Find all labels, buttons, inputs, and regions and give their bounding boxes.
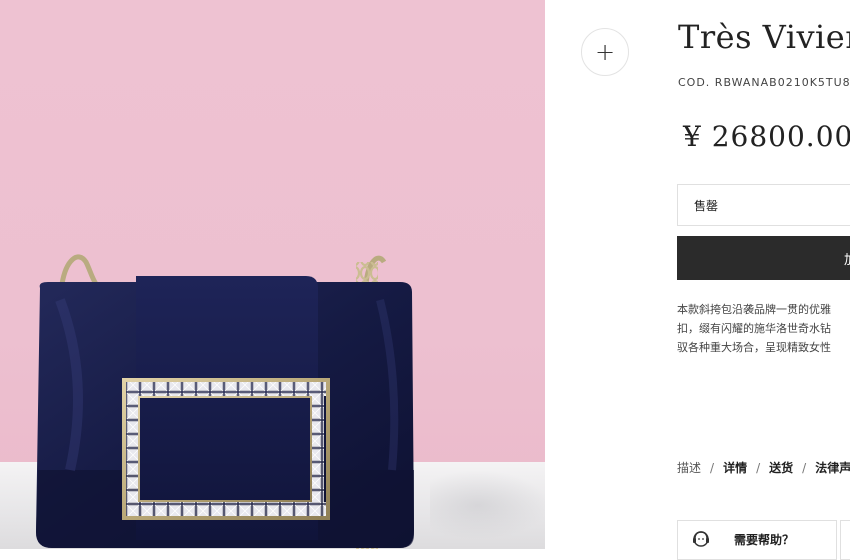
tab-details[interactable]: 详情 — [723, 459, 747, 476]
description-line: 扣，缀有闪耀的施华洛世奇水钻 — [677, 322, 831, 335]
tab-description[interactable]: 描述 — [677, 459, 701, 476]
tab-legal[interactable]: 法律声 — [815, 459, 850, 476]
buckle-crystals-bottom — [126, 502, 326, 516]
help-label: 需要帮助？ — [734, 533, 795, 547]
product-description: 本款斜挎包沿袭品牌一贯的优雅 扣，缀有闪耀的施华洛世奇水钻 驭各种重大场合，呈现… — [677, 300, 850, 357]
status-label: 售罄 — [694, 198, 719, 213]
product-price: ¥ 26800.00 — [683, 120, 850, 153]
add-to-bag-button[interactable]: 加 — [677, 236, 850, 280]
buckle-crystals-right — [312, 396, 324, 502]
buckle-crystals-top — [126, 382, 326, 396]
tab-delivery[interactable]: 送货 — [769, 459, 793, 476]
description-line: 驭各种重大场合，呈现精致女性 — [677, 341, 831, 354]
chat-support-icon — [693, 531, 709, 547]
product-title: Très Vivier — [678, 18, 850, 56]
description-line: 本款斜挎包沿袭品牌一贯的优雅 — [677, 303, 831, 316]
product-code: COD. RBWANAB0210K5TU8 — [678, 76, 850, 89]
info-tabs: 描述 / 详情 / 送货 / 法律声 — [677, 459, 850, 476]
secondary-help-box[interactable] — [840, 520, 850, 560]
left-chain — [59, 254, 99, 286]
bag-illustration — [36, 254, 414, 549]
help-button[interactable]: 需要帮助？ — [677, 520, 837, 560]
tab-separator: / — [756, 460, 761, 475]
tab-separator: / — [802, 460, 807, 475]
plus-icon: + — [594, 38, 616, 66]
size-status-select[interactable]: 售罄 — [677, 184, 850, 226]
product-image — [0, 0, 545, 549]
zoom-button[interactable]: + — [581, 28, 629, 76]
buckle-crystals-left — [126, 396, 138, 502]
tab-separator: / — [710, 460, 715, 475]
add-button-label: 加 — [844, 249, 850, 268]
